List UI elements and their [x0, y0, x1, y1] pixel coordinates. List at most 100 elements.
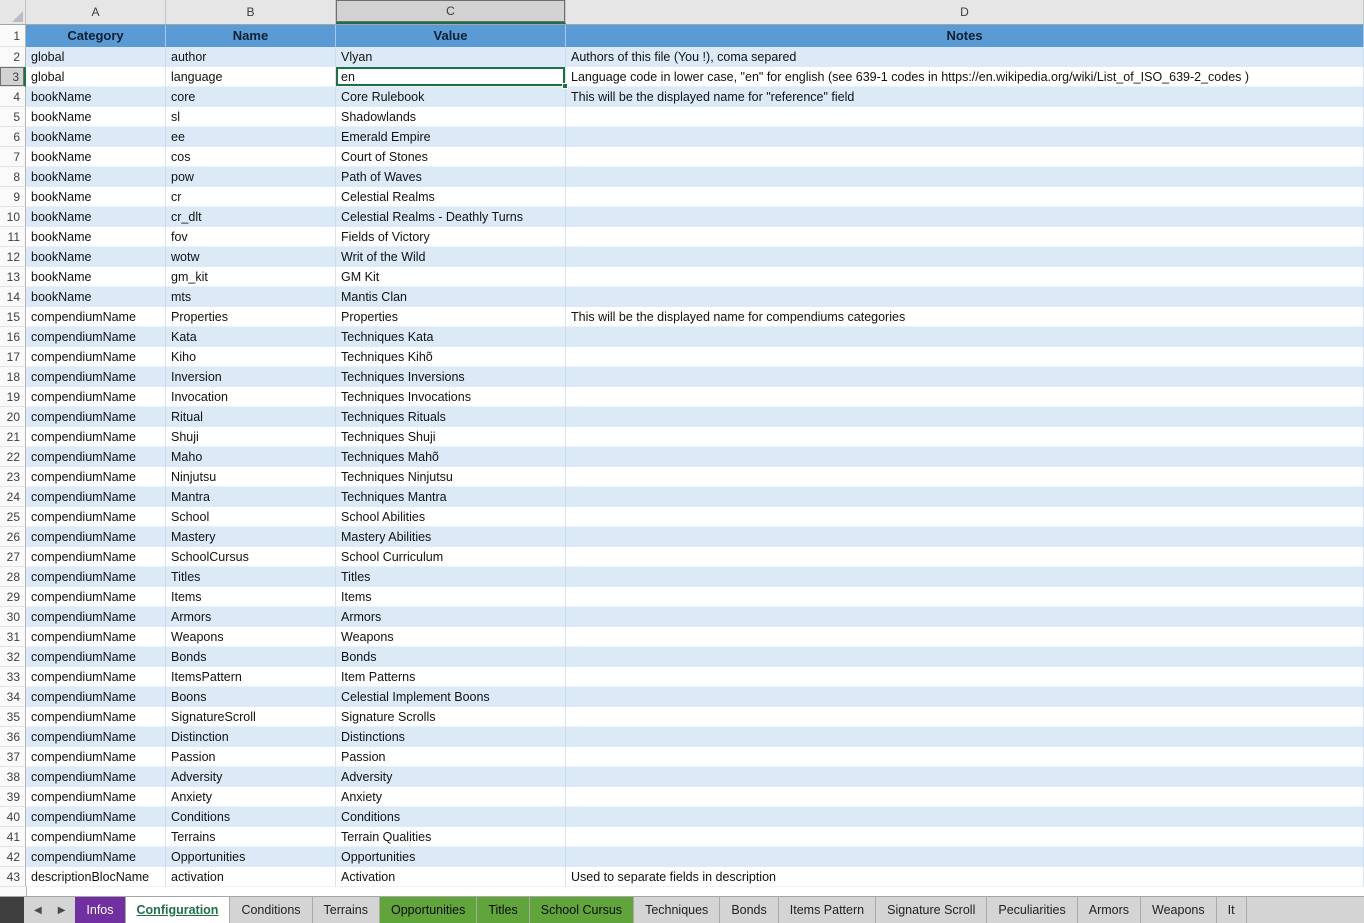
- row-header-3[interactable]: 3: [0, 67, 26, 87]
- sheet-tab-it[interactable]: It: [1217, 897, 1247, 923]
- row-header-39[interactable]: 39: [0, 787, 26, 807]
- cell-B23[interactable]: Ninjutsu: [166, 467, 336, 487]
- cell-D9[interactable]: [566, 187, 1364, 207]
- cell-A36[interactable]: compendiumName: [26, 727, 166, 747]
- header-cell-category[interactable]: Category: [26, 25, 166, 47]
- column-header-C[interactable]: C: [336, 0, 566, 24]
- cell-A10[interactable]: bookName: [26, 207, 166, 227]
- sheet-tab-signature-scroll[interactable]: Signature Scroll: [876, 897, 987, 923]
- cell-C8[interactable]: Path of Waves: [336, 167, 566, 187]
- cell-D13[interactable]: [566, 267, 1364, 287]
- cell-D14[interactable]: [566, 287, 1364, 307]
- header-cell-name[interactable]: Name: [166, 25, 336, 47]
- cell-D20[interactable]: [566, 407, 1364, 427]
- cell-C23[interactable]: Techniques Ninjutsu: [336, 467, 566, 487]
- cell-C3[interactable]: en: [336, 67, 566, 87]
- sheet-tab-techniques[interactable]: Techniques: [634, 897, 720, 923]
- sheet-tab-weapons[interactable]: Weapons: [1141, 897, 1217, 923]
- row-header-42[interactable]: 42: [0, 847, 26, 867]
- cell-D32[interactable]: [566, 647, 1364, 667]
- cell-C18[interactable]: Techniques Inversions: [336, 367, 566, 387]
- cell-B30[interactable]: Armors: [166, 607, 336, 627]
- cell-B19[interactable]: Invocation: [166, 387, 336, 407]
- row-header-16[interactable]: 16: [0, 327, 26, 347]
- cell-B41[interactable]: Terrains: [166, 827, 336, 847]
- cell-A41[interactable]: compendiumName: [26, 827, 166, 847]
- header-cell-notes[interactable]: Notes: [566, 25, 1364, 47]
- row-header-25[interactable]: 25: [0, 507, 26, 527]
- cell-C12[interactable]: Writ of the Wild: [336, 247, 566, 267]
- cell-D37[interactable]: [566, 747, 1364, 767]
- cell-B9[interactable]: cr: [166, 187, 336, 207]
- cell-B38[interactable]: Adversity: [166, 767, 336, 787]
- row-header-33[interactable]: 33: [0, 667, 26, 687]
- cell-C35[interactable]: Signature Scrolls: [336, 707, 566, 727]
- cell-C30[interactable]: Armors: [336, 607, 566, 627]
- cell-D3[interactable]: Language code in lower case, "en" for en…: [566, 67, 1364, 87]
- cell-B10[interactable]: cr_dlt: [166, 207, 336, 227]
- cell-B20[interactable]: Ritual: [166, 407, 336, 427]
- row-header-10[interactable]: 10: [0, 207, 26, 227]
- cell-B8[interactable]: pow: [166, 167, 336, 187]
- cell-D34[interactable]: [566, 687, 1364, 707]
- cell-C41[interactable]: Terrain Qualities: [336, 827, 566, 847]
- row-header-8[interactable]: 8: [0, 167, 26, 187]
- cell-D8[interactable]: [566, 167, 1364, 187]
- cell-C37[interactable]: Passion: [336, 747, 566, 767]
- row-header-23[interactable]: 23: [0, 467, 26, 487]
- row-header-21[interactable]: 21: [0, 427, 26, 447]
- cell-D17[interactable]: [566, 347, 1364, 367]
- cell-C5[interactable]: Shadowlands: [336, 107, 566, 127]
- cell-C38[interactable]: Adversity: [336, 767, 566, 787]
- row-header-38[interactable]: 38: [0, 767, 26, 787]
- sheet-tab-opportunities[interactable]: Opportunities: [380, 897, 477, 923]
- cell-A9[interactable]: bookName: [26, 187, 166, 207]
- cell-D39[interactable]: [566, 787, 1364, 807]
- cell-D5[interactable]: [566, 107, 1364, 127]
- row-header-5[interactable]: 5: [0, 107, 26, 127]
- cell-A30[interactable]: compendiumName: [26, 607, 166, 627]
- cell-B21[interactable]: Shuji: [166, 427, 336, 447]
- cell-A23[interactable]: compendiumName: [26, 467, 166, 487]
- cell-A35[interactable]: compendiumName: [26, 707, 166, 727]
- sheet-tab-configuration[interactable]: Configuration: [126, 897, 231, 923]
- cell-A7[interactable]: bookName: [26, 147, 166, 167]
- cell-D7[interactable]: [566, 147, 1364, 167]
- row-header-2[interactable]: 2: [0, 47, 26, 67]
- cell-A39[interactable]: compendiumName: [26, 787, 166, 807]
- cell-A2[interactable]: global: [26, 47, 166, 67]
- row-header-34[interactable]: 34: [0, 687, 26, 707]
- row-header-14[interactable]: 14: [0, 287, 26, 307]
- cell-A19[interactable]: compendiumName: [26, 387, 166, 407]
- column-header-B[interactable]: B: [166, 0, 336, 24]
- header-cell-value[interactable]: Value: [336, 25, 566, 47]
- column-header-A[interactable]: A: [26, 0, 166, 24]
- cell-B28[interactable]: Titles: [166, 567, 336, 587]
- cell-D2[interactable]: Authors of this file (You !), coma separ…: [566, 47, 1364, 67]
- row-header-36[interactable]: 36: [0, 727, 26, 747]
- cell-C28[interactable]: Titles: [336, 567, 566, 587]
- row-header-17[interactable]: 17: [0, 347, 26, 367]
- sheet-tab-items-pattern[interactable]: Items Pattern: [779, 897, 876, 923]
- cell-B5[interactable]: sl: [166, 107, 336, 127]
- cell-A37[interactable]: compendiumName: [26, 747, 166, 767]
- fill-handle[interactable]: [562, 83, 568, 89]
- row-header-35[interactable]: 35: [0, 707, 26, 727]
- cell-A4[interactable]: bookName: [26, 87, 166, 107]
- sheet-tab-school-cursus[interactable]: School Cursus: [530, 897, 634, 923]
- sheet-nav-left-icon[interactable]: ◀: [34, 905, 42, 916]
- cell-C42[interactable]: Opportunities: [336, 847, 566, 867]
- cell-D26[interactable]: [566, 527, 1364, 547]
- cell-C26[interactable]: Mastery Abilities: [336, 527, 566, 547]
- cell-C11[interactable]: Fields of Victory: [336, 227, 566, 247]
- cell-C2[interactable]: Vlyan: [336, 47, 566, 67]
- sheet-tab-bonds[interactable]: Bonds: [720, 897, 778, 923]
- cell-D36[interactable]: [566, 727, 1364, 747]
- cell-A13[interactable]: bookName: [26, 267, 166, 287]
- sheet-tab-armors[interactable]: Armors: [1078, 897, 1141, 923]
- cell-D23[interactable]: [566, 467, 1364, 487]
- cell-B12[interactable]: wotw: [166, 247, 336, 267]
- cell-D35[interactable]: [566, 707, 1364, 727]
- cell-A25[interactable]: compendiumName: [26, 507, 166, 527]
- cell-D29[interactable]: [566, 587, 1364, 607]
